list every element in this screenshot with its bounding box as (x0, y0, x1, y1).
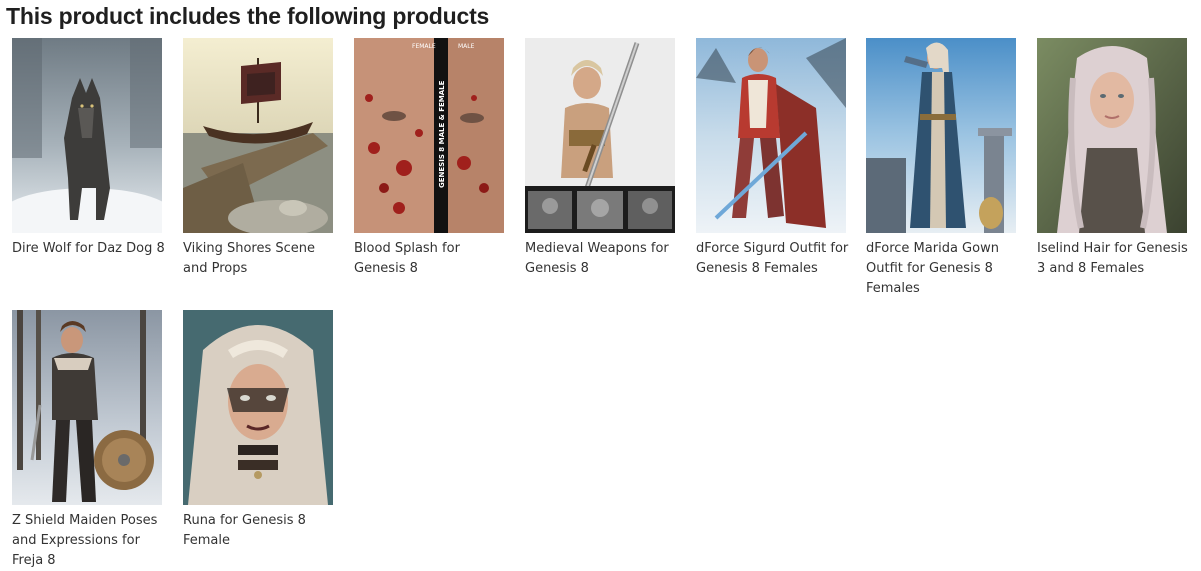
product-thumbnail-dire-wolf[interactable] (12, 38, 162, 233)
product-card-medieval-weapons[interactable]: Medieval Weapons for Genesis 8 (525, 38, 675, 279)
product-card-viking-shores[interactable]: Viking Shores Scene and Props (183, 38, 333, 279)
product-card-dire-wolf[interactable]: Dire Wolf for Daz Dog 8 (12, 38, 165, 259)
product-name[interactable]: Dire Wolf for Daz Dog 8 (12, 239, 172, 259)
product-card-iselind-hair[interactable]: Iselind Hair for Genesis 3 and 8 Females (1037, 38, 1188, 279)
thumbnail-label-male: MALE (458, 43, 475, 50)
product-thumbnail-iselind-hair[interactable] (1037, 38, 1187, 233)
product-card-runa[interactable]: Runa for Genesis 8 Female (183, 310, 333, 551)
product-name[interactable]: Runa for Genesis 8 Female (183, 511, 343, 551)
section-title: This product includes the following prod… (6, 3, 490, 29)
product-thumbnail-viking-shores[interactable] (183, 38, 333, 233)
product-name[interactable]: Blood Splash for Genesis 8 (354, 239, 514, 279)
product-name[interactable]: Medieval Weapons for Genesis 8 (525, 239, 685, 279)
product-name[interactable]: dForce Marida Gown Outfit for Genesis 8 … (866, 239, 1026, 299)
product-card-shield-maiden[interactable]: Z Shield Maiden Poses and Expressions fo… (12, 310, 162, 571)
product-thumbnail-runa[interactable] (183, 310, 333, 505)
product-thumbnail-sigurd-outfit[interactable] (696, 38, 846, 233)
product-card-marida-gown[interactable]: dForce Marida Gown Outfit for Genesis 8 … (866, 38, 1016, 299)
product-card-blood-splash[interactable]: FEMALE MALE GENESIS 8 MALE & FEMALE Bloo… (354, 38, 504, 279)
product-name[interactable]: Z Shield Maiden Poses and Expressions fo… (12, 511, 172, 571)
product-thumbnail-shield-maiden[interactable] (12, 310, 162, 505)
product-thumbnail-blood-splash[interactable]: FEMALE MALE GENESIS 8 MALE & FEMALE (354, 38, 504, 233)
thumbnail-label-female: FEMALE (412, 43, 436, 50)
thumbnail-label-vertical: GENESIS 8 MALE & FEMALE (438, 80, 446, 188)
product-name[interactable]: dForce Sigurd Outfit for Genesis 8 Femal… (696, 239, 856, 279)
product-thumbnail-medieval-weapons[interactable] (525, 38, 675, 233)
product-name[interactable]: Iselind Hair for Genesis 3 and 8 Females (1037, 239, 1197, 279)
product-thumbnail-marida-gown[interactable] (866, 38, 1016, 233)
product-name[interactable]: Viking Shores Scene and Props (183, 239, 343, 279)
product-card-sigurd-outfit[interactable]: dForce Sigurd Outfit for Genesis 8 Femal… (696, 38, 848, 279)
